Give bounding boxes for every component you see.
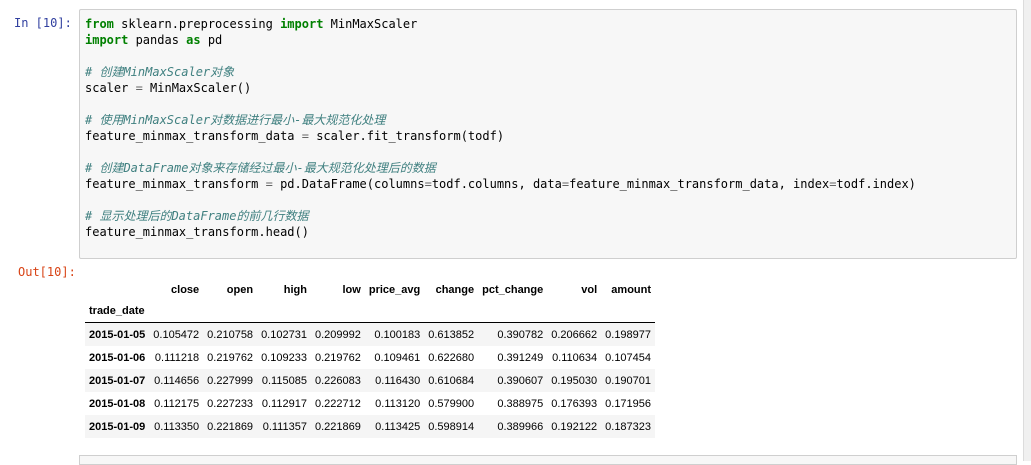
table-cell: 0.390782 (497, 328, 544, 341)
table-cell: 0.187323 (605, 420, 652, 433)
table-cell: 0.390607 (497, 374, 544, 387)
table-cell: 0.388975 (497, 397, 544, 410)
column-header-row: close open high low price_avg change pct… (85, 280, 655, 300)
table-cell: 0.198977 (605, 328, 652, 341)
code-cell-input[interactable]: from sklearn.preprocessing import MinMax… (79, 9, 1017, 259)
vertical-scrollbar[interactable] (1023, 0, 1031, 461)
output-prompt: Out[10]: (18, 265, 76, 279)
table-row: 2015-01-05 0.105472 0.210758 0.102731 0.… (85, 322, 656, 346)
table-cell: 0.176393 (551, 397, 598, 410)
row-index: 2015-01-09 (89, 420, 146, 433)
row-index: 2015-01-06 (89, 351, 146, 364)
table-cell: 0.102731 (261, 328, 307, 341)
table-cell: 0.111357 (262, 420, 307, 433)
table-cell: 0.206662 (551, 328, 598, 341)
table-cell: 0.111218 (154, 351, 200, 364)
table-cell: 0.389966 (497, 420, 544, 433)
column-header-high: high (283, 284, 307, 296)
table-cell: 0.112917 (261, 397, 307, 410)
code-comment: # 创建MinMaxScaler对象 (85, 65, 235, 79)
next-code-cell[interactable] (79, 455, 1017, 465)
table-cell: 0.222712 (314, 397, 361, 410)
column-header-price-avg: price_avg (368, 284, 421, 296)
table-row: 2015-01-07 0.114656 0.227999 0.115085 0.… (85, 369, 656, 392)
table-cell: 0.226083 (314, 374, 361, 387)
table-row: 2015-01-09 0.113350 0.221869 0.111357 0.… (85, 415, 656, 438)
table-cell: 0.192122 (551, 420, 598, 433)
table-cell: 0.113120 (375, 397, 421, 410)
table-cell: 0.115085 (261, 374, 307, 387)
table-cell: 0.227233 (207, 397, 254, 410)
table-cell: 0.107454 (605, 351, 652, 364)
code-line: scaler = MinMaxScaler() (85, 81, 252, 95)
table-cell: 0.190701 (605, 374, 652, 387)
table-cell: 0.598914 (428, 420, 475, 433)
table-cell: 0.116430 (375, 374, 421, 387)
table-row: 2015-01-08 0.112175 0.227233 0.112917 0.… (85, 392, 655, 415)
table-cell: 0.579900 (428, 397, 475, 410)
code-comment: # 显示处理后的DataFrame的前几行数据 (85, 209, 309, 223)
code-line: feature_minmax_transform.head() (85, 225, 309, 239)
table-cell: 0.114656 (154, 374, 200, 387)
corner-cell (85, 280, 149, 300)
code-line: import pandas as pd (85, 33, 223, 47)
code-comment: # 使用MinMaxScaler对数据进行最小-最大规范化处理 (85, 113, 386, 127)
column-header-low: low (342, 284, 361, 296)
table-cell: 0.210758 (207, 328, 254, 341)
table-cell: 0.105472 (153, 328, 200, 341)
column-header-vol: vol (581, 284, 598, 296)
input-prompt: In [10]: (14, 16, 72, 30)
code-line: feature_minmax_transform = pd.DataFrame(… (85, 177, 916, 191)
table-cell: 0.209992 (314, 328, 361, 341)
index-header-row: trade_date (85, 300, 656, 323)
table-cell: 0.171956 (605, 397, 652, 410)
table-cell: 0.610684 (428, 374, 475, 387)
table-cell: 0.109461 (374, 351, 421, 364)
code-comment: # 创建DataFrame对象来存储经过最小-最大规范化处理后的数据 (85, 161, 436, 175)
table-cell: 0.219762 (314, 351, 361, 364)
column-header-close: close (171, 284, 200, 296)
table-cell: 0.221869 (207, 420, 254, 433)
table-row: 2015-01-06 0.111218 0.219762 0.109233 0.… (85, 346, 655, 369)
table-cell: 0.109233 (261, 351, 307, 364)
row-index: 2015-01-07 (89, 374, 146, 387)
table-cell: 0.112175 (154, 397, 200, 410)
code-line: feature_minmax_transform_data = scaler.f… (85, 129, 505, 143)
table-cell: 0.219762 (207, 351, 254, 364)
table-cell: 0.227999 (207, 374, 254, 387)
column-header-change: change (435, 284, 475, 296)
column-header-amount: amount (611, 284, 652, 296)
table-cell: 0.195030 (551, 374, 598, 387)
row-index: 2015-01-05 (89, 328, 146, 341)
dataframe-output: close open high low price_avg change pct… (85, 280, 656, 438)
table-cell: 0.221869 (314, 420, 361, 433)
table-cell: 0.613852 (428, 328, 475, 341)
code-line: from sklearn.preprocessing import MinMax… (85, 17, 418, 31)
table-cell: 0.622680 (428, 351, 475, 364)
column-header-pct-change: pct_change (482, 284, 544, 296)
row-index: 2015-01-08 (89, 397, 146, 410)
table-cell: 0.100183 (374, 328, 421, 341)
column-header-open: open (226, 284, 254, 296)
index-name: trade_date (85, 300, 150, 323)
table-cell: 0.391249 (497, 351, 544, 364)
table-cell: 0.113350 (154, 420, 200, 433)
table-cell: 0.113425 (375, 420, 421, 433)
table-cell: 0.110634 (552, 351, 598, 364)
